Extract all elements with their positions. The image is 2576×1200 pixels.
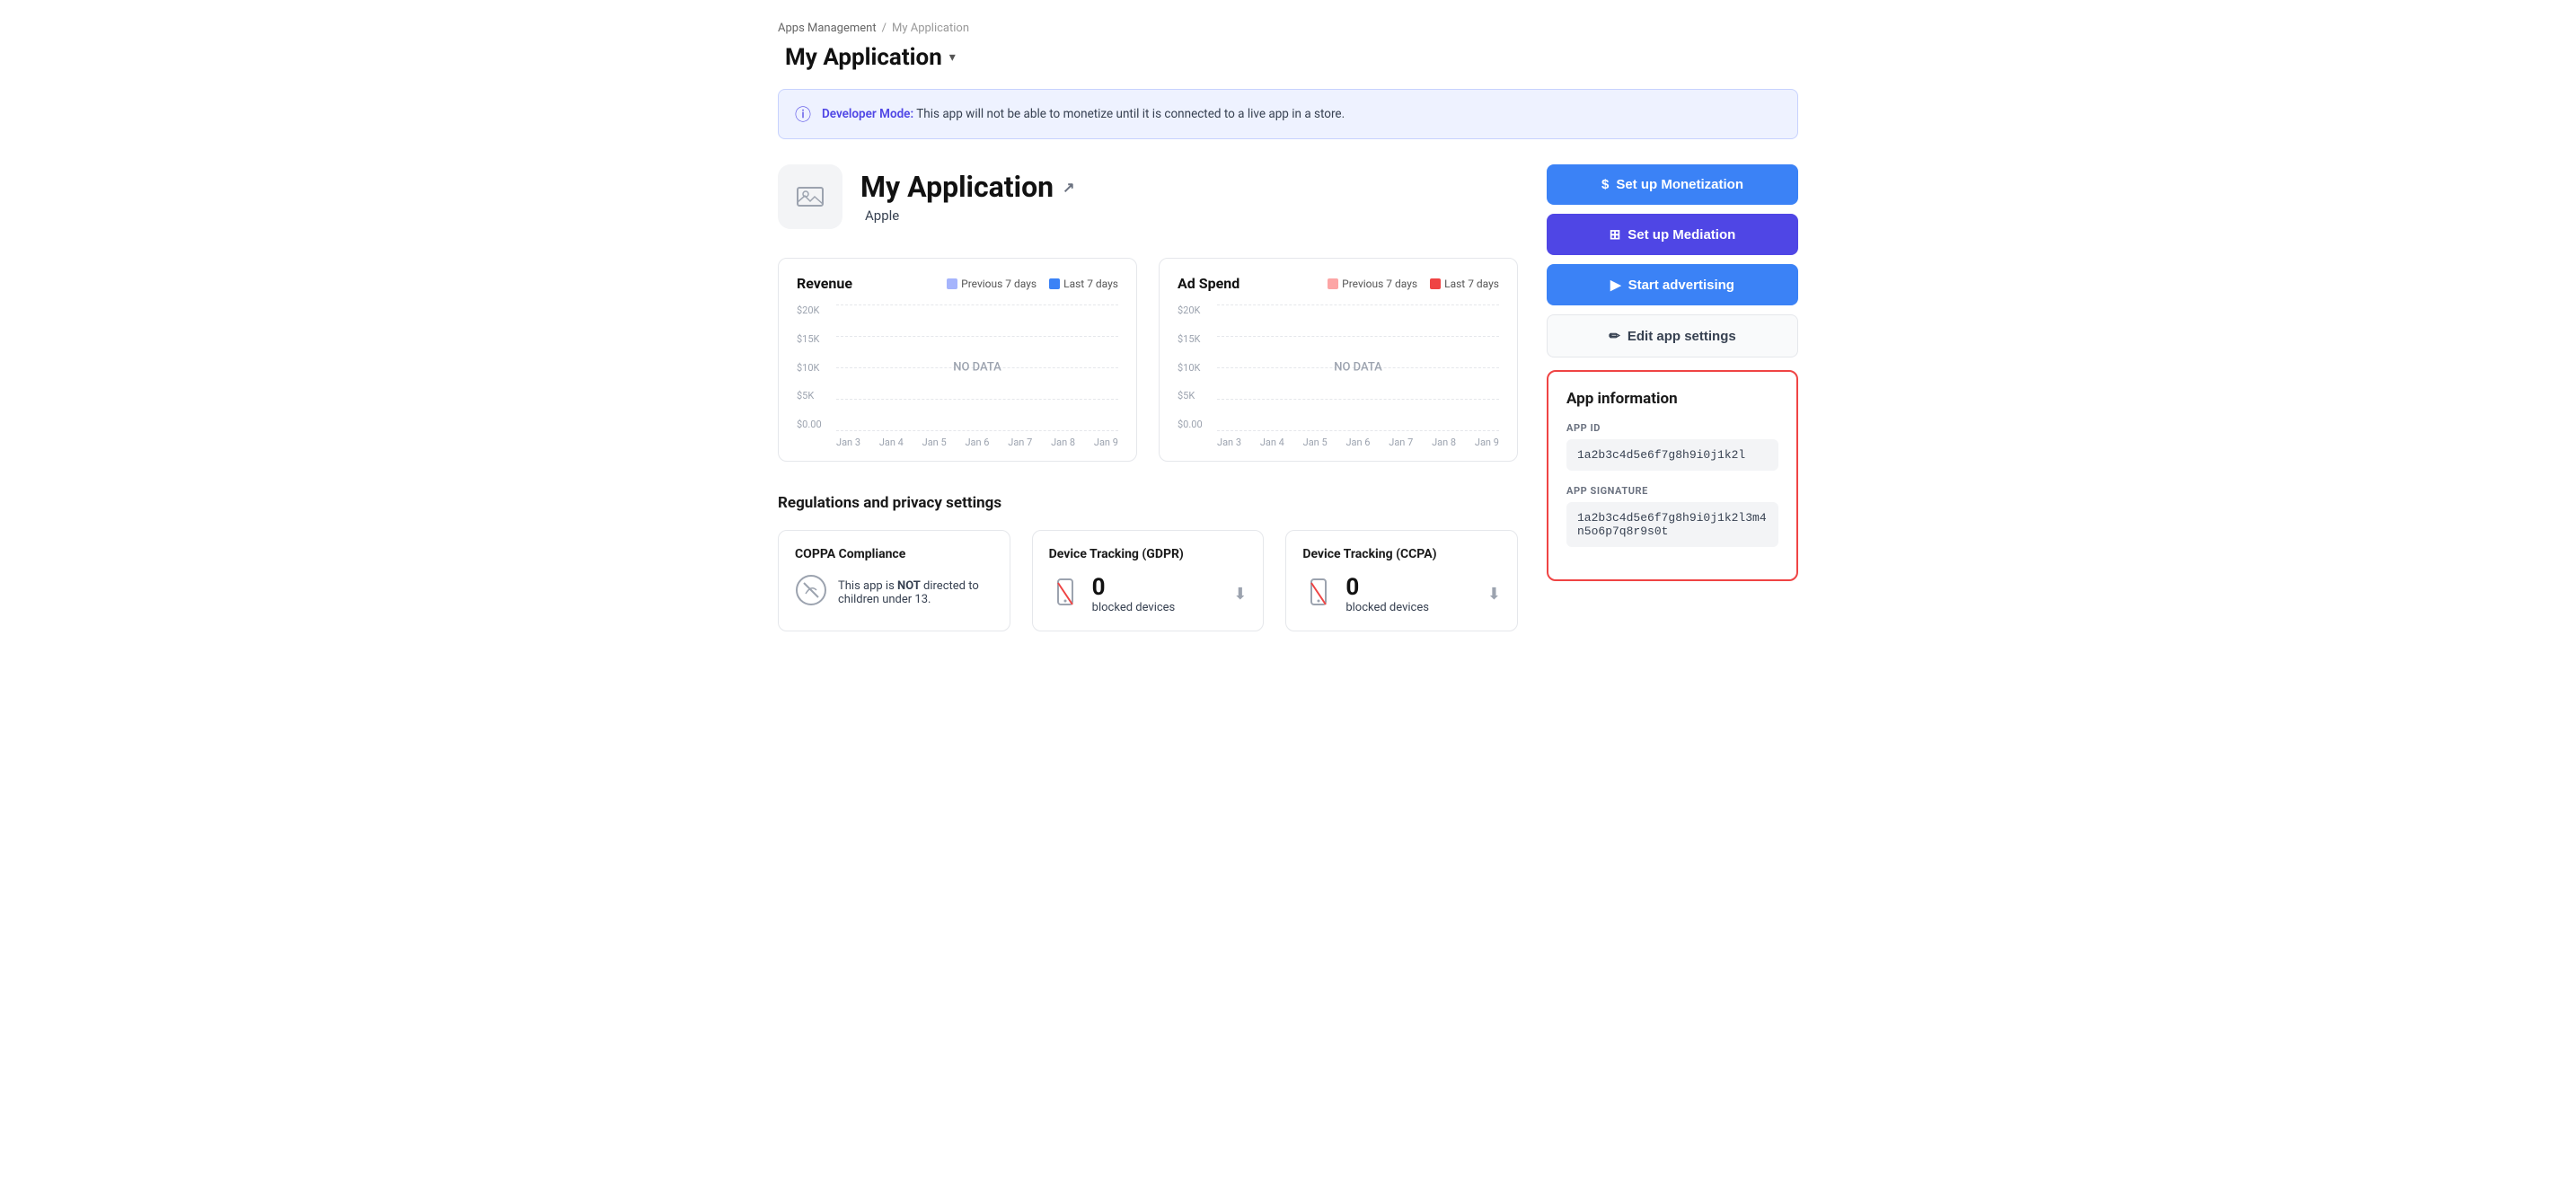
ad-spend-legend-prev: Previous 7 days [1328, 278, 1417, 290]
revenue-legend-last: Last 7 days [1049, 278, 1118, 290]
revenue-chart-inner: NO DATA [836, 304, 1118, 430]
left-panel: My Application ↗ Apple Revenue [778, 164, 1518, 631]
app-id-label: APP ID [1566, 422, 1778, 434]
revenue-y-labels: $20K $15K $10K $5K $0.00 [797, 304, 833, 430]
ad-spend-chart-title: Ad Spend [1178, 275, 1239, 292]
charts-row: Revenue Previous 7 days Last 7 days [778, 258, 1518, 462]
regulations-title: Regulations and privacy settings [778, 494, 1518, 512]
ad-spend-chart-inner: NO DATA [1217, 304, 1499, 430]
edit-settings-label: Edit app settings [1628, 329, 1736, 344]
coppa-title: COPPA Compliance [795, 547, 993, 561]
ccpa-label: blocked devices [1345, 601, 1429, 614]
app-signature-label: APP SIGNATURE [1566, 485, 1778, 497]
ad-spend-chart-legend: Previous 7 days Last 7 days [1328, 278, 1499, 290]
gdpr-card: Device Tracking (GDPR) 0 [1032, 530, 1265, 631]
mediate-label: Set up Mediation [1628, 227, 1735, 243]
app-info-title: App information [1566, 390, 1778, 408]
revenue-legend-prev: Previous 7 days [947, 278, 1037, 290]
app-signature-value: 1a2b3c4d5e6f7g8h9i0j1k2l3m4n5o6p7q8r9s0t [1566, 502, 1778, 547]
advertise-label: Start advertising [1628, 278, 1734, 293]
breadcrumb-parent[interactable]: Apps Management [778, 22, 877, 35]
monetize-icon: $ [1601, 177, 1609, 192]
gdpr-count: 0 [1092, 574, 1176, 601]
revenue-chart-area: $20K $15K $10K $5K $0.00 [797, 304, 1118, 448]
ccpa-card: Device Tracking (CCPA) 0 [1285, 530, 1518, 631]
breadcrumb-current: My Application [892, 22, 969, 35]
ad-spend-x-labels: Jan 3 Jan 4 Jan 5 Jan 6 Jan 7 Jan 8 Jan … [1217, 437, 1499, 448]
revenue-chart-legend: Previous 7 days Last 7 days [947, 278, 1118, 290]
coppa-icon [795, 574, 827, 612]
set-up-monetization-button[interactable]: $ Set up Monetization [1547, 164, 1798, 205]
regulations-section: Regulations and privacy settings COPPA C… [778, 494, 1518, 631]
revenue-chart-header: Revenue Previous 7 days Last 7 days [797, 275, 1118, 292]
main-content: My Application ↗ Apple Revenue [778, 164, 1798, 631]
app-store-name: Apple [865, 207, 899, 224]
gdpr-content: 0 blocked devices ⬇ [1049, 574, 1248, 614]
ad-spend-legend-last: Last 7 days [1430, 278, 1499, 290]
regulations-grid: COPPA Compliance This app is NOT di [778, 530, 1518, 631]
app-name-heading: My Application ↗ [860, 170, 1075, 204]
page-title: My Application [785, 44, 942, 71]
ad-spend-prev-color-dot [1328, 278, 1338, 289]
set-up-mediation-button[interactable]: ⊞ Set up Mediation [1547, 214, 1798, 255]
external-link-icon[interactable]: ↗ [1063, 179, 1074, 196]
gdpr-stats: 0 blocked devices [1092, 574, 1176, 614]
app-name-block: My Application ↗ Apple [860, 170, 1075, 224]
revenue-prev-color-dot [947, 278, 957, 289]
revenue-no-data: NO DATA [953, 361, 1001, 375]
ccpa-content: 0 blocked devices ⬇ [1302, 574, 1501, 614]
ad-spend-chart-header: Ad Spend Previous 7 days Last 7 days [1178, 275, 1499, 292]
coppa-text: This app is NOT directed to children und… [838, 579, 993, 606]
coppa-content: This app is NOT directed to children und… [795, 574, 993, 612]
advertise-icon: ▶ [1610, 277, 1621, 293]
ad-spend-chart-card: Ad Spend Previous 7 days Last 7 days [1159, 258, 1518, 462]
revenue-chart-card: Revenue Previous 7 days Last 7 days [778, 258, 1137, 462]
app-title-row: My Application ▾ [778, 44, 1798, 71]
developer-mode-banner: ⓘ Developer Mode: This app will not be a… [778, 89, 1798, 139]
edit-icon: ✏ [1609, 328, 1620, 344]
app-icon-placeholder [778, 164, 842, 229]
ad-spend-chart-area: $20K $15K $10K $5K $0.00 [1178, 304, 1499, 448]
breadcrumb-separator: / [882, 22, 887, 35]
gdpr-title: Device Tracking (GDPR) [1049, 547, 1248, 561]
start-advertising-button[interactable]: ▶ Start advertising [1547, 264, 1798, 305]
ccpa-download-icon[interactable]: ⬇ [1487, 585, 1501, 604]
banner-label: Developer Mode: [822, 107, 913, 121]
edit-app-settings-button[interactable]: ✏ Edit app settings [1547, 314, 1798, 357]
banner-description: This app will not be able to monetize un… [916, 107, 1345, 121]
gdpr-download-icon[interactable]: ⬇ [1233, 585, 1247, 604]
ad-spend-last-color-dot [1430, 278, 1441, 289]
revenue-last-color-dot [1049, 278, 1060, 289]
ccpa-device-icon [1302, 576, 1335, 613]
gdpr-device-icon [1049, 576, 1081, 613]
chevron-down-icon[interactable]: ▾ [949, 50, 956, 65]
ad-spend-y-labels: $20K $15K $10K $5K $0.00 [1178, 304, 1213, 430]
app-store-badge: Apple [860, 207, 1075, 224]
info-icon: ⓘ [795, 102, 811, 126]
banner-text: Developer Mode: This app will not be abl… [822, 107, 1345, 121]
revenue-x-labels: Jan 3 Jan 4 Jan 5 Jan 6 Jan 7 Jan 8 Jan … [836, 437, 1118, 448]
ccpa-stats: 0 blocked devices [1345, 574, 1429, 614]
mediate-icon: ⊞ [1610, 226, 1621, 243]
app-info-card: App information APP ID 1a2b3c4d5e6f7g8h9… [1547, 370, 1798, 581]
breadcrumb: Apps Management / My Application [778, 22, 1798, 35]
right-panel: $ Set up Monetization ⊞ Set up Mediation… [1547, 164, 1798, 631]
app-header: My Application ↗ Apple [778, 164, 1518, 229]
app-id-value: 1a2b3c4d5e6f7g8h9i0j1k2l [1566, 439, 1778, 471]
coppa-card: COPPA Compliance This app is NOT di [778, 530, 1010, 631]
ccpa-title: Device Tracking (CCPA) [1302, 547, 1501, 561]
revenue-chart-title: Revenue [797, 275, 852, 292]
monetize-label: Set up Monetization [1616, 177, 1743, 192]
ad-spend-no-data: NO DATA [1334, 361, 1382, 375]
ccpa-count: 0 [1345, 574, 1429, 601]
gdpr-label: blocked devices [1092, 601, 1176, 614]
